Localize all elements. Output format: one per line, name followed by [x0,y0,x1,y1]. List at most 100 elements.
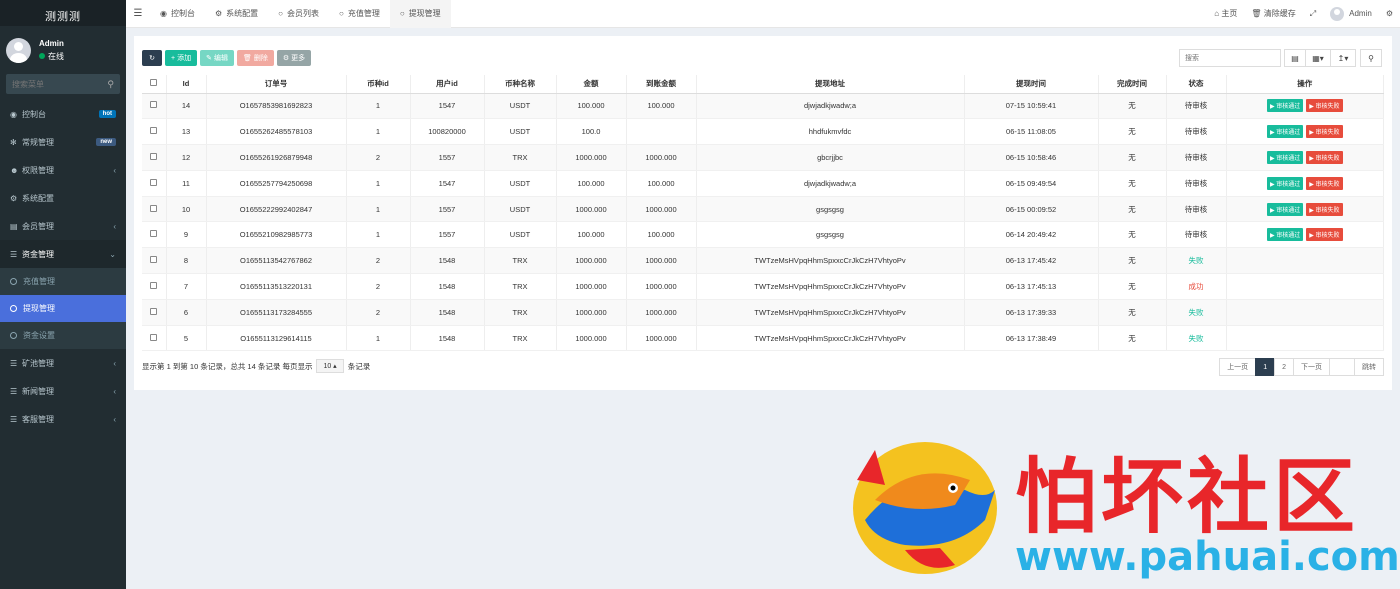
sidebar-item-dashboard[interactable]: ◉ 控制台 hot [0,100,126,128]
table-row[interactable]: 6 O1655113173284555 2 1548 TRX 1000.000 1000.0… [142,299,1384,326]
col-done-time[interactable]: 完成时间 [1098,75,1167,94]
col-coin-id[interactable]: 币种id [346,75,411,94]
page-1-button[interactable]: 1 [1255,358,1276,376]
row-checkbox-cell[interactable] [142,273,167,300]
fullscreen-icon[interactable]: ⤢ [1303,9,1323,19]
clear-cache-link[interactable]: 🗑 清除缓存 [1244,8,1302,19]
columns-button[interactable]: ▦▾ [1305,49,1331,67]
search-button[interactable]: ⚲ [1360,49,1382,67]
table-row[interactable]: 13 O1655262485578103 1 100820000 USDT 100.0 hh… [142,118,1384,146]
row-checkbox[interactable] [150,307,158,315]
approve-button[interactable]: ▶ 审核通过 [1266,228,1304,242]
sidebar-item-withdraw[interactable]: 提现管理 [0,295,126,322]
reject-button[interactable]: ▶ 审核失败 [1306,125,1343,139]
col-received[interactable]: 到账金额 [626,75,697,94]
col-address[interactable]: 提现地址 [696,75,965,94]
select-all-header[interactable] [142,75,167,94]
tab-withdraw[interactable]: ○ 提现管理 [389,0,451,28]
row-checkbox[interactable] [150,230,158,238]
row-checkbox-cell[interactable] [142,118,167,146]
table-row[interactable]: 14 O1657853981692823 1 1547 USDT 100.000 100.0… [142,93,1384,120]
reject-button[interactable]: ▶ 审核失败 [1306,99,1343,113]
col-status[interactable]: 状态 [1166,75,1227,94]
table-row[interactable]: 7 O1655113513220131 2 1548 TRX 1000.000 1000.0… [142,273,1384,300]
sidebar-item-permissions[interactable]: ☻ 权限管理 ‹ [0,156,126,184]
row-checkbox-cell[interactable] [142,247,167,275]
tab-system-config[interactable]: ⚙ 系统配置 [205,0,268,28]
refresh-button[interactable]: ↻ [142,50,162,66]
next-page-button[interactable]: 下一页 [1293,358,1330,376]
approve-button[interactable]: ▶ 审核通过 [1266,125,1304,139]
reject-button[interactable]: ▶ 审核失败 [1306,176,1343,190]
row-checkbox[interactable] [150,152,158,160]
approve-button[interactable]: ▶ 审核通过 [1266,176,1304,190]
sidebar-item-members[interactable]: ▤ 会员管理 ‹ [0,212,126,240]
row-checkbox[interactable] [150,127,158,135]
page-2-button[interactable]: 2 [1274,358,1294,376]
sidebar-item-funds[interactable]: ☰ 资金管理 ⌄ [0,240,126,268]
sidebar-item-fund-settings[interactable]: 资金设置 [0,322,126,349]
col-id[interactable]: Id [166,75,207,94]
row-checkbox-cell[interactable] [142,299,167,326]
table-row[interactable]: 11 O1655257794250698 1 1547 USDT 100.000 100.0… [142,170,1384,197]
row-checkbox[interactable] [150,101,158,109]
menu-toggle-icon[interactable]: ☰ [126,8,150,19]
reject-button[interactable]: ▶ 审核失败 [1306,150,1343,164]
col-order[interactable]: 订单号 [206,75,347,94]
page-size-select[interactable]: 10 ▴ [316,359,344,373]
cell-received [626,118,697,146]
sidebar-item-recharge[interactable]: 充值管理 [0,268,126,295]
table-row[interactable]: 10 O1655222992402847 1 1557 USDT 1000.000 1000… [142,196,1384,223]
search-icon[interactable]: ⚲ [107,79,114,90]
approve-button[interactable]: ▶ 审核通过 [1266,99,1304,113]
table-row[interactable]: 9 O1655210982985773 1 1557 USDT 100.000 100.00… [142,221,1384,249]
row-checkbox[interactable] [150,178,158,186]
toggle-view-button[interactable]: ▤ [1284,49,1306,67]
jump-page-input[interactable] [1329,358,1355,376]
col-coin-name[interactable]: 币种名称 [484,75,557,94]
col-user-id[interactable]: 用户id [410,75,485,94]
edit-button[interactable]: ✎ 编辑 [200,50,234,66]
tab-recharge[interactable]: ○ 充值管理 [329,0,390,28]
sidebar-item-general[interactable]: ✻ 常规管理 new [0,128,126,156]
row-checkbox-cell[interactable] [142,221,167,249]
reject-button[interactable]: ▶ 审核失败 [1306,228,1343,242]
admin-menu[interactable]: Admin [1323,6,1379,21]
row-checkbox-cell[interactable] [142,93,167,120]
select-all-checkbox[interactable] [150,79,158,87]
delete-button[interactable]: 🗑 删除 [236,50,274,66]
sidebar-logo[interactable]: 测测测 [0,0,126,26]
row-checkbox[interactable] [150,333,158,341]
prev-page-button[interactable]: 上一页 [1219,358,1257,376]
row-checkbox-cell[interactable] [142,144,167,171]
table-search-input[interactable] [1179,49,1281,67]
row-checkbox[interactable] [150,204,158,212]
col-time[interactable]: 提现时间 [964,75,1099,94]
sidebar-item-system-config[interactable]: ⚙ 系统配置 [0,184,126,212]
sidebar-item-pool[interactable]: ☰ 矿池管理 ‹ [0,349,126,377]
row-checkbox-cell[interactable] [142,196,167,223]
table-row[interactable]: 5 O1655113129614115 1 1548 TRX 1000.000 1000.0… [142,325,1384,352]
settings-icon[interactable]: ⚙ [1379,9,1400,18]
sidebar-search-input[interactable] [12,79,102,89]
sidebar-item-support[interactable]: ☰ 客服管理 ‹ [0,405,126,433]
home-link[interactable]: ⌂ 主页 [1207,8,1244,19]
circle-icon: ○ [399,9,405,18]
row-checkbox[interactable] [150,281,158,289]
row-checkbox[interactable] [150,256,158,264]
table-row[interactable]: 8 O1655113542767862 2 1548 TRX 1000.000 1000.0… [142,247,1384,275]
more-button[interactable]: ⚙ 更多 [276,50,312,66]
col-amount[interactable]: 金额 [556,75,627,94]
row-checkbox-cell[interactable] [142,325,167,352]
row-checkbox-cell[interactable] [142,170,167,197]
export-button[interactable]: ↥▾ [1330,49,1356,67]
sidebar-item-news[interactable]: ☰ 新闻管理 ‹ [0,377,126,405]
approve-button[interactable]: ▶ 审核通过 [1266,150,1304,164]
jump-button[interactable]: 跳转 [1354,358,1384,376]
tab-dashboard[interactable]: ◉ 控制台 [150,0,205,28]
tab-member-list[interactable]: ○ 会员列表 [268,0,329,28]
add-button[interactable]: + 添加 [165,50,198,66]
reject-button[interactable]: ▶ 审核失败 [1306,202,1343,216]
table-row[interactable]: 12 O1655261926879948 2 1557 TRX 1000.000 1000.… [142,144,1384,171]
approve-button[interactable]: ▶ 审核通过 [1266,202,1304,216]
